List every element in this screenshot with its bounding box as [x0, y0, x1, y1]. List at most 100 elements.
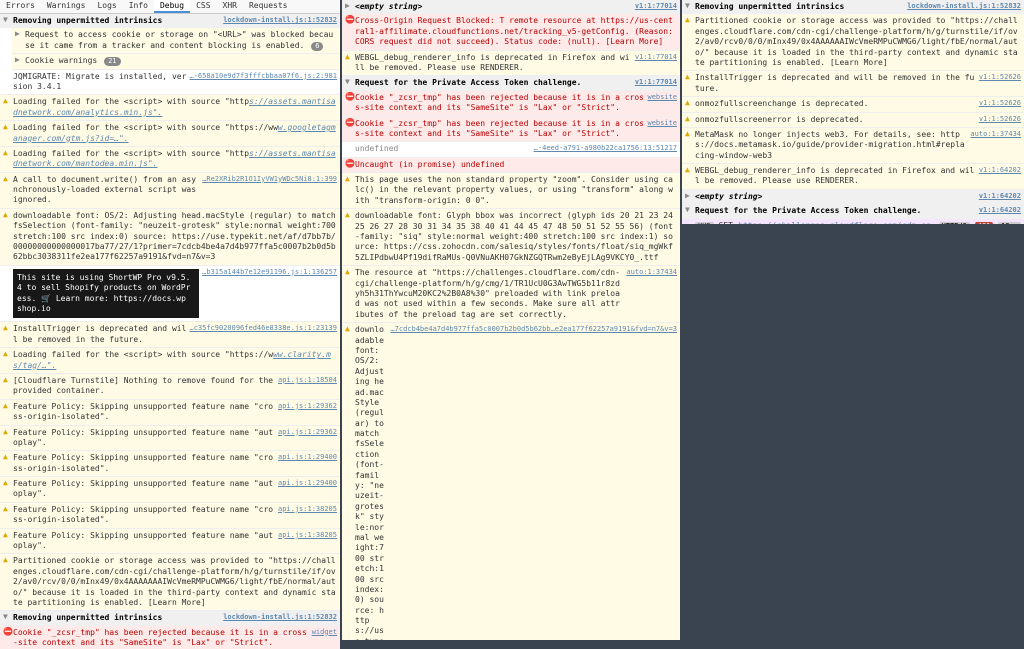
console-row[interactable]: Feature Policy: Skipping unsupported fea…: [0, 529, 340, 555]
console-row[interactable]: This site is using ShortWP Pro v9.5.4 to…: [0, 266, 340, 323]
source-link[interactable]: …-658a10e9d7f3fffcbbaa07f6.js:2:981: [189, 72, 337, 93]
console-row[interactable]: Feature Policy: Skipping unsupported fea…: [0, 426, 340, 452]
source-link[interactable]: api.js:1:38205: [278, 531, 337, 552]
console-row[interactable]: Request to access cookie or storage on "…: [12, 28, 340, 54]
source-link[interactable]: widget: [312, 628, 337, 649]
group-empty[interactable]: <empty string>v1:1:77014: [342, 0, 680, 14]
tab-css[interactable]: CSS: [190, 0, 216, 13]
console-row[interactable]: Feature Policy: Skipping unsupported fea…: [0, 477, 340, 503]
source-link[interactable]: auto:1:37434: [626, 268, 677, 320]
console-row[interactable]: Partitioned cookie or storage access was…: [682, 14, 1024, 71]
source-link[interactable]: v1:1:77014: [635, 53, 677, 74]
console-row[interactable]: Loading failed for the <script> with sou…: [0, 348, 340, 374]
msg-text: Cookie "_zcsr_tmp" has been rejected bec…: [13, 628, 309, 649]
console-row[interactable]: Loading failed for the <script> with sou…: [0, 121, 340, 147]
console-row[interactable]: downloadable font: OS/2: Adjusting head.…: [342, 323, 680, 640]
source-link[interactable]: …7cdcb4be4a7d4b977ffa5c0007b2b0d5b62bb…e…: [390, 325, 677, 640]
console-row[interactable]: The resource at "https://challenges.clou…: [342, 266, 680, 323]
source-link[interactable]: v1:1:52626: [979, 73, 1021, 94]
warn-icon: [3, 505, 13, 526]
console-row[interactable]: Cookie warnings 21: [12, 54, 340, 69]
source-link[interactable]: …b315a144b7e12e91196.js:1:136257: [202, 268, 337, 320]
console-row[interactable]: downloadable font: OS/2: Adjusting head.…: [0, 209, 340, 266]
source-link[interactable]: auto:1:37434: [970, 130, 1021, 161]
source-link[interactable]: api.js:1:29400: [278, 453, 337, 474]
console-row[interactable]: MetaMask no longer injects web3. For det…: [682, 128, 1024, 164]
console-row[interactable]: onmozfullscreenchange is deprecated.v1:1…: [682, 97, 1024, 112]
console-row[interactable]: [Cloudflare Turnstile] Nothing to remove…: [0, 374, 340, 400]
source-link[interactable]: v1:1:64202: [979, 166, 1021, 187]
console-row[interactable]: WEBGL_debug_renderer_info is deprecated …: [682, 164, 1024, 190]
source-link[interactable]: api.js:1:29362: [278, 402, 337, 423]
msg-text: Feature Policy: Skipping unsupported fea…: [13, 479, 275, 500]
tab-xhr[interactable]: XHR: [217, 0, 243, 13]
group-pat[interactable]: Request for the Private Access Token cha…: [342, 76, 680, 90]
tab-logs[interactable]: Logs: [91, 0, 122, 13]
source-link[interactable]: v1:1:77014: [635, 2, 677, 12]
tab-warnings[interactable]: Warnings: [41, 0, 92, 13]
console-row[interactable]: Cookie "_zcsr_tmp" has been rejected bec…: [342, 91, 680, 117]
source-link[interactable]: v1:1:64202: [979, 206, 1021, 216]
warn-icon: [685, 99, 695, 109]
error-icon: [3, 628, 13, 649]
console-row[interactable]: onmozfullscreenerror is deprecated.v1:1:…: [682, 113, 1024, 128]
msg-text: InstallTrigger is deprecated and will be…: [695, 73, 976, 94]
msg-text: Partitioned cookie or storage access was…: [695, 16, 1021, 68]
msg-text: Loading failed for the <script> with sou…: [13, 350, 337, 371]
warn-icon: [345, 268, 355, 320]
console-row[interactable]: A call to document.write() from an async…: [0, 173, 340, 209]
group-removing-4[interactable]: Removing unpermitted intrinsicslockdown-…: [682, 0, 1024, 14]
source-link[interactable]: api.js:1:18504: [278, 376, 337, 397]
warn-icon: [3, 350, 13, 371]
source-link[interactable]: api.js:1:38205: [278, 505, 337, 526]
group-removing[interactable]: Removing unpermitted intrinsics lockdown-…: [0, 14, 340, 28]
net-row[interactable]: XHR GET https://challenges.cloudflare.co…: [682, 219, 1024, 224]
console-row[interactable]: This page uses the non standard property…: [342, 173, 680, 209]
source-link[interactable]: api.js:1:29362: [278, 428, 337, 449]
console-row[interactable]: undefined…-4eed-a791-a980b22ca1756:13:51…: [342, 142, 680, 157]
error-icon: [345, 160, 355, 170]
source-link[interactable]: api.js:1:29400: [278, 479, 337, 500]
msg-text: WEBGL_debug_renderer_info is deprecated …: [695, 166, 976, 187]
msg-text: undefined: [355, 144, 531, 154]
source-link[interactable]: lockdown-install.js:1:52832: [223, 613, 337, 623]
console-row[interactable]: Cookie "_zcsr_tmp" has been rejected bec…: [0, 626, 340, 649]
warn-icon: [685, 16, 695, 68]
console-row[interactable]: Loading failed for the <script> with sou…: [0, 95, 340, 121]
source-link[interactable]: …-4eed-a791-a980b22ca1756:13:51217: [534, 144, 677, 154]
group-removing-2[interactable]: Removing unpermitted intrinsicslockdown-…: [0, 611, 340, 625]
console-row[interactable]: downloadable font: Glyph bbox was incorr…: [342, 209, 680, 266]
console-row[interactable]: Cookie "_zcsr_tmp" has been rejected bec…: [342, 117, 680, 143]
tab-debug[interactable]: Debug: [154, 0, 190, 13]
source-link[interactable]: v1:1:77014: [635, 78, 677, 88]
source-link[interactable]: website: [647, 119, 677, 140]
source-link[interactable]: v1:1:64202: [979, 192, 1021, 202]
console-row[interactable]: Feature Policy: Skipping unsupported fea…: [0, 400, 340, 426]
source-link[interactable]: lockdown-install.js:1:52832: [223, 16, 337, 26]
console-row[interactable]: InstallTrigger is deprecated and will be…: [0, 322, 340, 348]
source-link[interactable]: website: [647, 93, 677, 114]
console-row[interactable]: JQMIGRATE: Migrate is installed, version…: [0, 70, 340, 96]
source-link[interactable]: lockdown-install.js:1:52832: [907, 2, 1021, 12]
console-row[interactable]: Partitioned cookie or storage access was…: [0, 554, 340, 611]
tab-errors[interactable]: Errors: [0, 0, 41, 13]
msg-text: MetaMask no longer injects web3. For det…: [695, 130, 967, 161]
console-row[interactable]: Loading failed for the <script> with sou…: [0, 147, 340, 173]
console-row[interactable]: WEBGL_debug_renderer_info is deprecated …: [342, 51, 680, 77]
console-row[interactable]: Feature Policy: Skipping unsupported fea…: [0, 503, 340, 529]
console-row[interactable]: Cross-Origin Request Blocked: T remote r…: [342, 14, 680, 50]
console-row[interactable]: Uncaught (in promise) undefined: [342, 158, 680, 173]
console-row[interactable]: InstallTrigger is deprecated and will be…: [682, 71, 1024, 97]
source-link[interactable]: …c35fc9020096fed46e8338e.js:1:23139: [189, 324, 337, 345]
source-link[interactable]: v1:1:52626: [979, 99, 1021, 109]
group-label: Removing unpermitted intrinsics: [13, 16, 162, 26]
warn-icon: [345, 175, 355, 206]
source-link[interactable]: v1:1:52626: [979, 115, 1021, 125]
console-row[interactable]: Feature Policy: Skipping unsupported fea…: [0, 451, 340, 477]
group-empty-2[interactable]: <empty string>v1:1:64202: [682, 190, 1024, 204]
group-pat-2[interactable]: Request for the Private Access Token cha…: [682, 204, 1024, 218]
tab-info[interactable]: Info: [123, 0, 154, 13]
chevron-down-icon: [3, 613, 13, 623]
tab-requests[interactable]: Requests: [243, 0, 294, 13]
source-link[interactable]: …Re2XRib2R1O1IyVW1yWDc5Ni8:1:399: [202, 175, 337, 206]
